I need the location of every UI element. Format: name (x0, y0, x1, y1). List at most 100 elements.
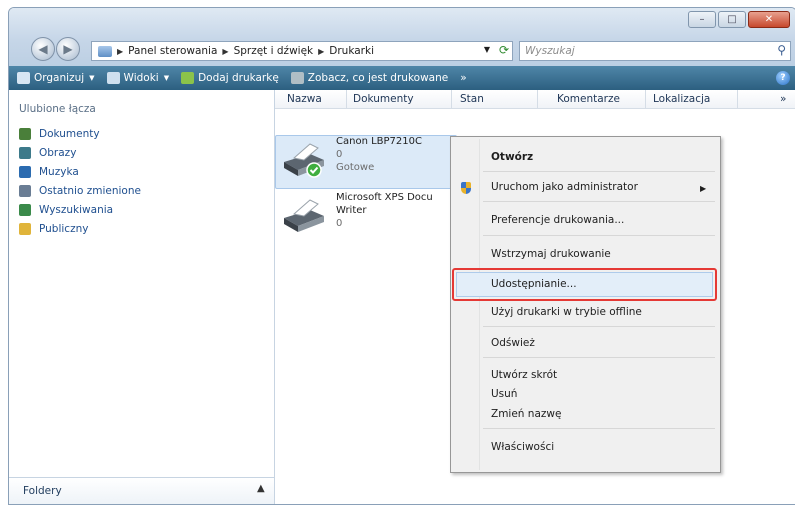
folders-toggle[interactable]: Foldery ▲ (9, 477, 274, 504)
column-divider[interactable] (346, 90, 347, 108)
see-printing-label: Zobacz, co jest drukowane (307, 72, 449, 84)
add-printer-button[interactable]: Dodaj drukarkę (181, 72, 279, 84)
sidebar-item-documents[interactable]: Dokumenty (19, 126, 100, 142)
menu-item-properties[interactable]: Właściwości (491, 441, 554, 453)
sidebar-item-label: Wyszukiwania (39, 204, 114, 216)
menu-separator (483, 171, 715, 172)
column-documents[interactable]: Dokumenty (353, 93, 414, 105)
music-icon (19, 166, 31, 178)
pictures-icon (19, 147, 31, 159)
forward-button[interactable]: ▶ (56, 37, 80, 61)
submenu-arrow-icon: ▶ (700, 184, 707, 193)
back-button[interactable]: ◀ (31, 37, 55, 61)
address-bar[interactable]: ▶ Panel sterowania ▶ Sprzęt i dźwięk ▶ D… (91, 41, 513, 61)
column-divider[interactable] (737, 90, 738, 108)
see-printing-button[interactable]: Zobacz, co jest drukowane (290, 72, 449, 84)
printer-icon (284, 143, 324, 178)
search-box[interactable]: Wyszukaj ⚲ (519, 41, 791, 61)
menu-separator (483, 428, 715, 429)
printer-name: Canon LBP7210C (336, 136, 422, 147)
views-icon (106, 72, 120, 84)
views-label: Widoki (123, 72, 159, 84)
sidebar-item-music[interactable]: Muzyka (19, 164, 79, 180)
command-bar: Organizuj ▼ Widoki ▼ Dodaj drukarkę Zoba… (9, 66, 795, 90)
help-icon[interactable]: ? (776, 71, 790, 85)
organize-menu[interactable]: Organizuj ▼ (17, 72, 95, 84)
navigation-pane: Ulubione łącza Dokumenty Obrazy Muzyka O… (9, 90, 275, 504)
maximize-button[interactable]: □ (718, 11, 746, 28)
dropdown-arrow-icon: ▼ (89, 74, 95, 82)
organize-icon (17, 72, 30, 84)
add-printer-label: Dodaj drukarkę (198, 72, 279, 84)
control-panel-icon (98, 45, 112, 57)
menu-item-rename[interactable]: Zmień nazwę (491, 408, 561, 420)
breadcrumb-printers[interactable]: Drukarki (329, 45, 374, 57)
window-controls: – □ ✕ (688, 11, 790, 28)
breadcrumb-separator-icon: ▶ (117, 46, 124, 56)
menu-item-printing-preferences[interactable]: Preferencje drukowania... (491, 214, 624, 226)
printer-status: Gotowe (336, 162, 375, 173)
menu-separator (483, 201, 715, 202)
back-arrow-icon: ◀ (38, 42, 48, 56)
dropdown-arrow-icon: ▼ (163, 74, 170, 82)
minimize-button[interactable]: – (688, 11, 716, 28)
breadcrumb-separator-icon: ▶ (318, 46, 325, 56)
breadcrumb-hardware-sound[interactable]: Sprzęt i dźwięk (234, 45, 314, 57)
close-button[interactable]: ✕ (748, 11, 790, 28)
forward-arrow-icon: ▶ (63, 42, 73, 56)
menu-item-use-offline[interactable]: Użyj drukarki w trybie offline (491, 306, 642, 318)
sidebar-item-searches[interactable]: Wyszukiwania (19, 202, 113, 218)
refresh-icon[interactable]: ⟳ (499, 43, 509, 57)
sidebar-item-label: Dokumenty (39, 128, 100, 140)
menu-item-create-shortcut[interactable]: Utwórz skrót (491, 369, 557, 381)
column-header-row: Nazwa Dokumenty Stan Komentarze Lokaliza… (275, 90, 795, 109)
add-printer-icon (181, 72, 195, 84)
sidebar-item-label: Muzyka (39, 166, 79, 178)
breadcrumb-control-panel[interactable]: Panel sterowania (128, 45, 217, 57)
menu-separator (483, 326, 715, 327)
search-icon[interactable]: ⚲ (777, 43, 786, 57)
uac-shield-icon (461, 182, 471, 194)
overflow-chevron-icon: » (460, 72, 467, 84)
column-location[interactable]: Lokalizacja (653, 93, 710, 105)
breadcrumb-separator-icon: ▶ (222, 46, 229, 56)
documents-icon (19, 128, 31, 140)
menu-item-delete[interactable]: Usuń (491, 388, 517, 400)
sidebar-item-public[interactable]: Publiczny (19, 221, 88, 237)
column-status[interactable]: Stan (460, 93, 484, 105)
sidebar-item-pictures[interactable]: Obrazy (19, 145, 76, 161)
views-menu[interactable]: Widoki ▼ (106, 72, 170, 84)
sidebar-item-recent[interactable]: Ostatnio zmienione (19, 183, 141, 199)
column-divider[interactable] (537, 90, 538, 108)
menu-item-pause-printing[interactable]: Wstrzymaj drukowanie (491, 248, 611, 260)
recent-icon (19, 185, 31, 197)
menu-separator (483, 357, 715, 358)
menu-item-run-as-admin[interactable]: Uruchom jako administrator (491, 181, 638, 193)
menu-separator (483, 235, 715, 236)
column-comments[interactable]: Komentarze (557, 93, 620, 105)
title-bar: – □ ✕ ◀ ▶ ▶ Panel sterowania ▶ Sprzęt i … (9, 8, 795, 66)
searches-icon (19, 204, 31, 216)
search-placeholder: Wyszukaj (525, 45, 575, 57)
sidebar-item-label: Obrazy (39, 147, 77, 159)
printer-doc-count: 0 (336, 218, 343, 229)
printer-doc-count: 0 (336, 149, 343, 160)
printer-name-line2: Writer (336, 205, 367, 216)
menu-item-refresh[interactable]: Odśwież (491, 337, 535, 349)
column-divider[interactable] (451, 90, 452, 108)
column-divider[interactable] (645, 90, 646, 108)
column-name[interactable]: Nazwa (287, 93, 322, 105)
menu-item-open[interactable]: Otwórz (491, 151, 533, 163)
print-queue-icon (290, 72, 304, 84)
address-dropdown-icon[interactable]: ▼ (484, 45, 490, 54)
printer-name: Microsoft XPS Docu (336, 192, 433, 203)
sharing-callout-highlight (452, 268, 717, 301)
sidebar-item-label: Ostatnio zmienione (39, 185, 141, 197)
organize-label: Organizuj (34, 72, 85, 84)
chevron-up-icon: ▲ (257, 483, 265, 494)
column-overflow-chevron[interactable]: » (780, 93, 786, 105)
sidebar-item-label: Publiczny (39, 223, 89, 235)
toolbar-overflow-button[interactable]: » (460, 72, 466, 84)
menu-gutter (479, 139, 480, 470)
folders-label: Foldery (23, 485, 62, 497)
